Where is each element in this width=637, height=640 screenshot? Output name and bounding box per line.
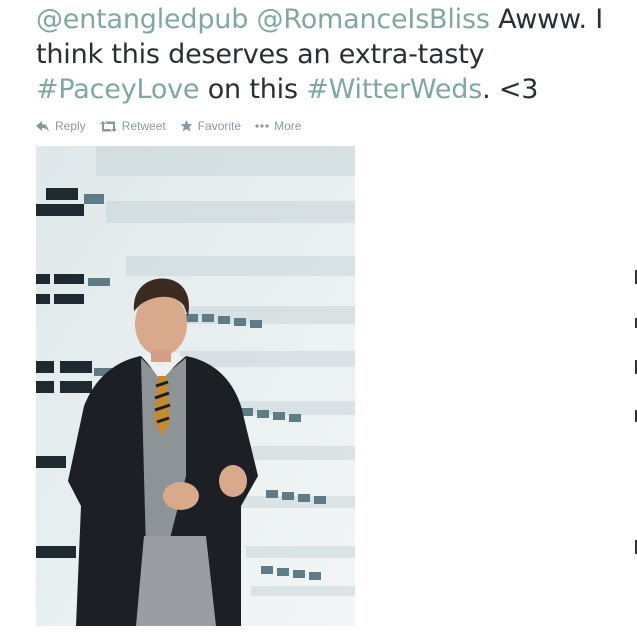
more-button[interactable]: More xyxy=(255,119,301,133)
retweet-icon xyxy=(99,120,117,132)
retweet-button[interactable]: Retweet xyxy=(99,119,166,133)
photo-illustration xyxy=(36,146,355,626)
favorite-label: Favorite xyxy=(197,119,242,133)
retweet-label: Retweet xyxy=(121,119,166,133)
tweet-photo[interactable] xyxy=(36,146,355,626)
reply-label: Reply xyxy=(55,119,86,133)
reply-button[interactable]: Reply xyxy=(36,119,86,133)
tweet-text-part-3: . <3 xyxy=(482,74,539,105)
tweet-text: @entangledpub @RomanceIsBliss Awww. I th… xyxy=(36,2,626,107)
favorite-button[interactable]: Favorite xyxy=(180,119,241,133)
mention-romanceisbliss[interactable]: @RomanceIsBliss xyxy=(257,4,490,35)
hashtag-paceylove[interactable]: #PaceyLove xyxy=(36,74,200,105)
more-dots-icon xyxy=(255,124,269,128)
hashtag-witterweds[interactable]: #WitterWeds xyxy=(306,74,482,105)
tweet-text-part-2: on this xyxy=(199,74,307,105)
more-label: More xyxy=(274,119,302,133)
tweet-actions: Reply Retweet Favorite More xyxy=(36,119,301,133)
mention-entangledpub[interactable]: @entangledpub xyxy=(36,4,248,35)
reply-icon xyxy=(36,120,50,132)
star-icon xyxy=(180,120,193,132)
